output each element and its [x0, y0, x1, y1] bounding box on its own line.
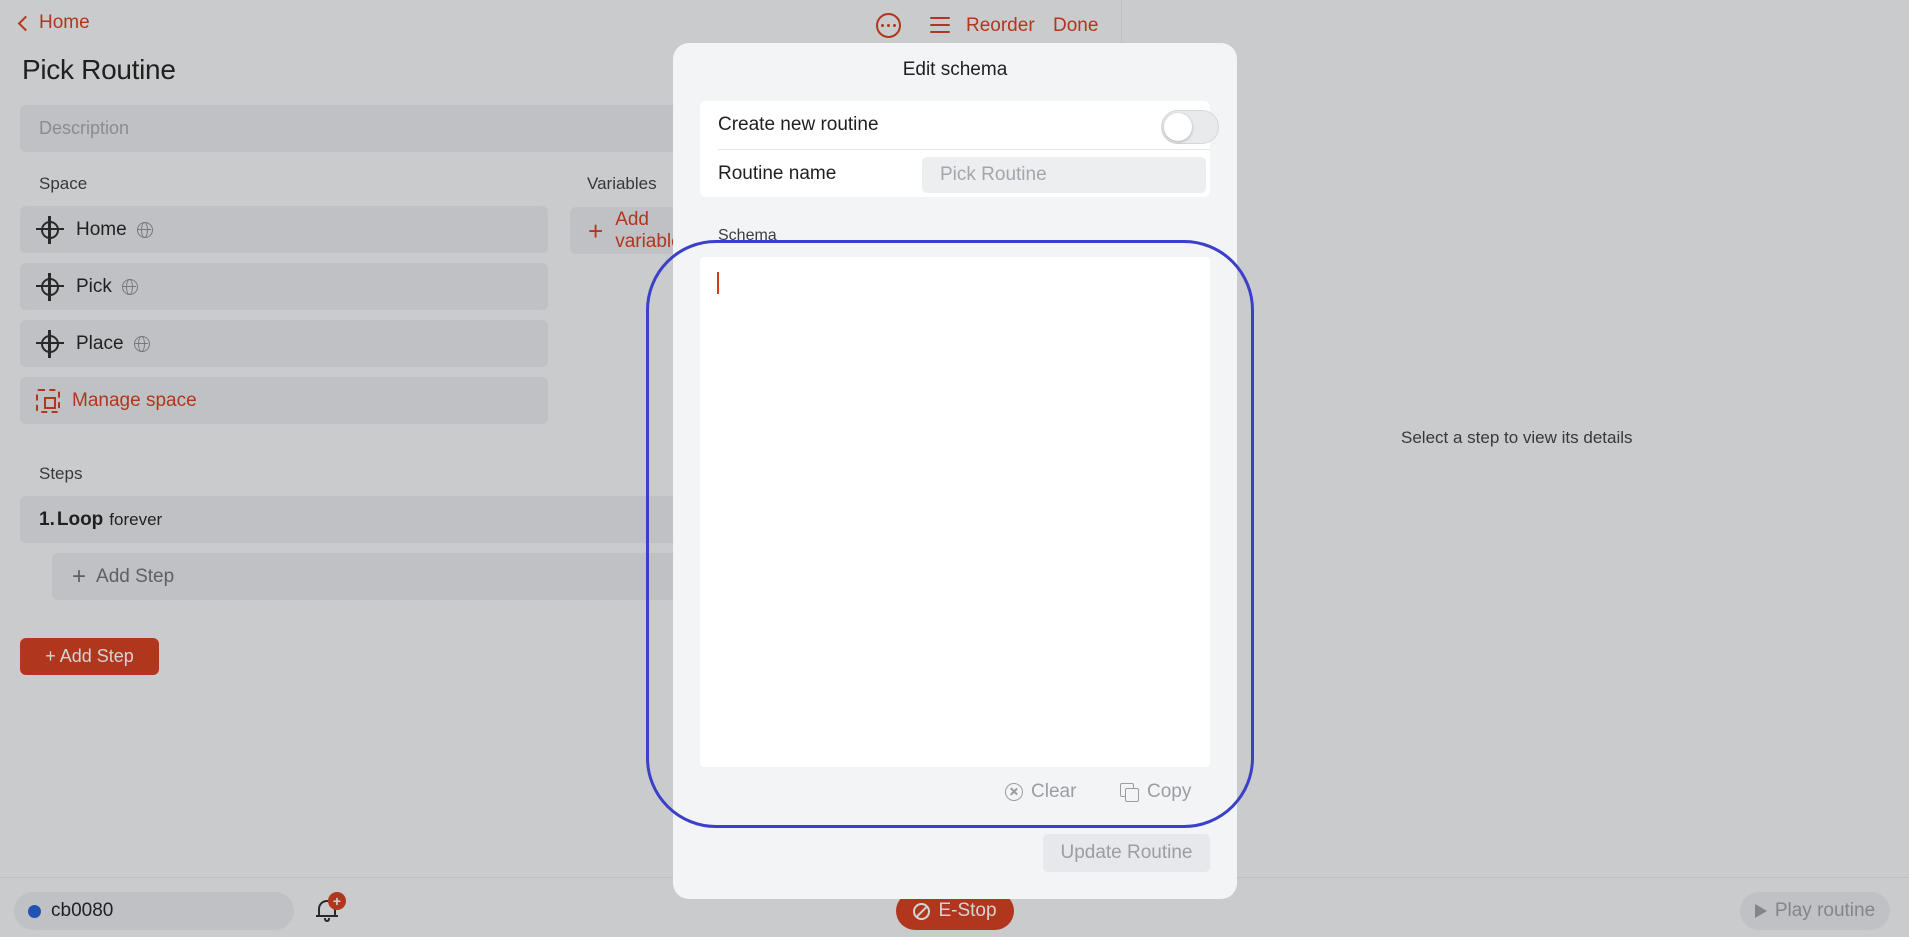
clear-button[interactable]: Clear	[1005, 781, 1076, 803]
copy-button[interactable]: Copy	[1120, 781, 1191, 803]
create-new-toggle[interactable]	[1161, 110, 1219, 144]
clear-label: Clear	[1031, 781, 1077, 802]
text-caret	[717, 272, 719, 294]
edit-schema-dialog: Edit schema Create new routine Routine n…	[673, 43, 1237, 899]
form-divider	[718, 149, 1210, 150]
clear-icon	[1005, 783, 1023, 801]
update-routine-button[interactable]: Update Routine	[1043, 834, 1210, 872]
copy-label: Copy	[1147, 781, 1192, 802]
dialog-title: Edit schema	[902, 59, 1008, 80]
routine-form-card: Create new routine Routine name Pick Rou…	[700, 101, 1219, 197]
toggle-knob	[1164, 113, 1192, 141]
create-new-label: Create new routine	[718, 114, 879, 135]
copy-icon	[1120, 782, 1139, 802]
routine-name-label: Routine name	[718, 163, 837, 184]
routine-name-input[interactable]: Pick Routine	[922, 157, 1206, 193]
schema-editor[interactable]	[700, 257, 1210, 767]
schema-label: Schema	[718, 227, 777, 244]
